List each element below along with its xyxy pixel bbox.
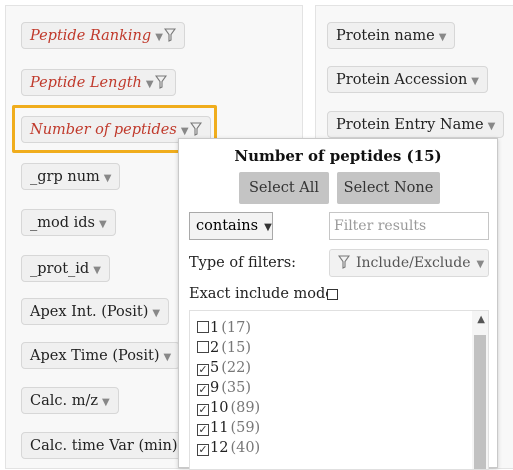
field-label: Apex Int. (Posit) [30,304,149,320]
dropdown-caret-icon: ▼ [163,352,172,363]
filter-funnel-icon [163,28,176,42]
field-protein-entry-name[interactable]: Protein Entry Name ▼ [327,111,505,138]
field-peptide-length[interactable]: Peptide Length ▼ [21,69,176,96]
dropdown-caret-icon: ▼ [103,173,112,184]
value-checkbox[interactable]: ✓ [197,444,209,456]
dropdown-caret-icon: ▼ [155,32,163,43]
filter-values-list: 1 (17) 2 (15) ✓ 5 (22) ✓ 9 (35) ✓ 10 (89) ✓ 11 (59… [189,310,489,470]
field-label: Apex Time (Posit) [30,348,160,364]
field-peptide-ranking[interactable]: Peptide Ranking ▼ [21,22,185,49]
field-calc-mz[interactable]: Calc. m/z ▼ [21,387,119,414]
exact-include-mode-label: Exact include mode: [189,286,339,302]
value-label: 5 [210,360,220,376]
field-label: _grp num [30,169,100,185]
value-count: (22) [221,360,251,376]
field-calc-time-var[interactable]: Calc. time Var (min)▼ [21,432,199,459]
filter-funnel-icon [337,255,351,269]
list-item[interactable]: 2 (15) [197,338,251,358]
dropdown-caret-icon: ▼ [476,259,485,270]
value-checkbox[interactable]: ✓ [197,384,209,396]
dropdown-caret-icon: ▼ [264,222,272,233]
value-checkbox[interactable]: ✓ [197,404,209,416]
list-item[interactable]: ✓ 9 (35) [197,378,251,398]
field-protein-name[interactable]: Protein name ▼ [327,22,456,49]
include-exclude-dropdown[interactable]: Include/Exclude ▼ [329,249,489,277]
match-mode-select[interactable]: contains ▼ [189,212,273,240]
field-label: _prot_id [30,261,90,277]
value-label: 11 [210,420,229,436]
filter-funnel-icon [189,122,202,136]
field-apex-int[interactable]: Apex Int. (Posit) ▼ [21,298,170,325]
dropdown-caret-icon: ▼ [438,32,447,43]
field-label: Calc. m/z [30,393,98,409]
value-count: (40) [230,440,261,456]
type-of-filters-label: Type of filters: [189,255,297,271]
filter-popup-title: Number of peptides (15) [234,147,442,165]
field-protein-accession[interactable]: Protein Accession ▼ [327,66,488,93]
filter-results-input[interactable]: Filter results [329,212,489,240]
filter-results-placeholder: Filter results [334,218,427,234]
value-count: (35) [221,380,251,396]
field-label: _mod ids [30,215,95,231]
value-checkbox[interactable]: ✓ [197,424,209,436]
dropdown-caret-icon: ▼ [471,76,479,87]
dropdown-caret-icon: ▼ [152,308,161,319]
select-none-button[interactable]: Select None [337,172,440,204]
value-checkbox[interactable]: ✓ [197,364,209,376]
value-count: (89) [230,400,261,416]
field-label: Protein Accession [336,72,468,88]
value-count: (15) [221,340,251,356]
field-apex-time[interactable]: Apex Time (Posit) ▼ [21,342,181,369]
filter-popup: Number of peptides (15) Select All Selec… [178,138,498,470]
field-label: Number of peptides [30,122,177,138]
field-label: Peptide Length [30,75,142,91]
scrollbar-thumb[interactable] [474,335,486,469]
match-mode-value: contains [196,218,259,234]
value-label: 2 [210,340,220,356]
field-grp-num[interactable]: _grp num ▼ [21,163,121,190]
field-prot-id[interactable]: _prot_id ▼ [21,255,110,282]
include-exclude-label: Include/Exclude [356,255,471,271]
dropdown-caret-icon: ▼ [98,219,107,230]
list-item[interactable]: ✓ 10 (89) [197,398,260,418]
value-label: 1 [210,320,220,336]
value-checkbox[interactable] [197,341,209,353]
list-scrollbar[interactable]: ▲ [472,311,488,469]
field-mod-ids[interactable]: _mod ids ▼ [21,209,116,236]
list-item[interactable]: ✓ 5 (22) [197,358,251,378]
field-label: Peptide Ranking [30,28,152,44]
select-all-button[interactable]: Select All [239,172,329,204]
value-label: 10 [210,400,229,416]
value-count: (17) [221,320,251,336]
dropdown-caret-icon: ▼ [102,397,110,408]
dropdown-caret-icon: ▼ [93,265,101,276]
value-label: 9 [210,380,220,396]
list-item[interactable]: 1 (17) [197,318,251,338]
filter-funnel-icon [154,75,167,89]
value-label: 12 [210,440,229,456]
value-checkbox[interactable] [197,321,209,333]
field-label: Protein name [336,28,435,44]
list-item[interactable]: ✓ 12 (40) [197,438,260,458]
field-label: Protein Entry Name [336,117,484,133]
list-item[interactable]: ✓ 11 (59) [197,418,260,438]
dropdown-caret-icon: ▼ [145,79,154,90]
field-label: Calc. time Var (min) [30,438,178,454]
value-count: (59) [230,420,261,436]
scroll-up-arrow-icon[interactable]: ▲ [477,314,485,325]
exact-include-mode-checkbox[interactable] [327,289,338,300]
dropdown-caret-icon: ▼ [487,121,496,132]
